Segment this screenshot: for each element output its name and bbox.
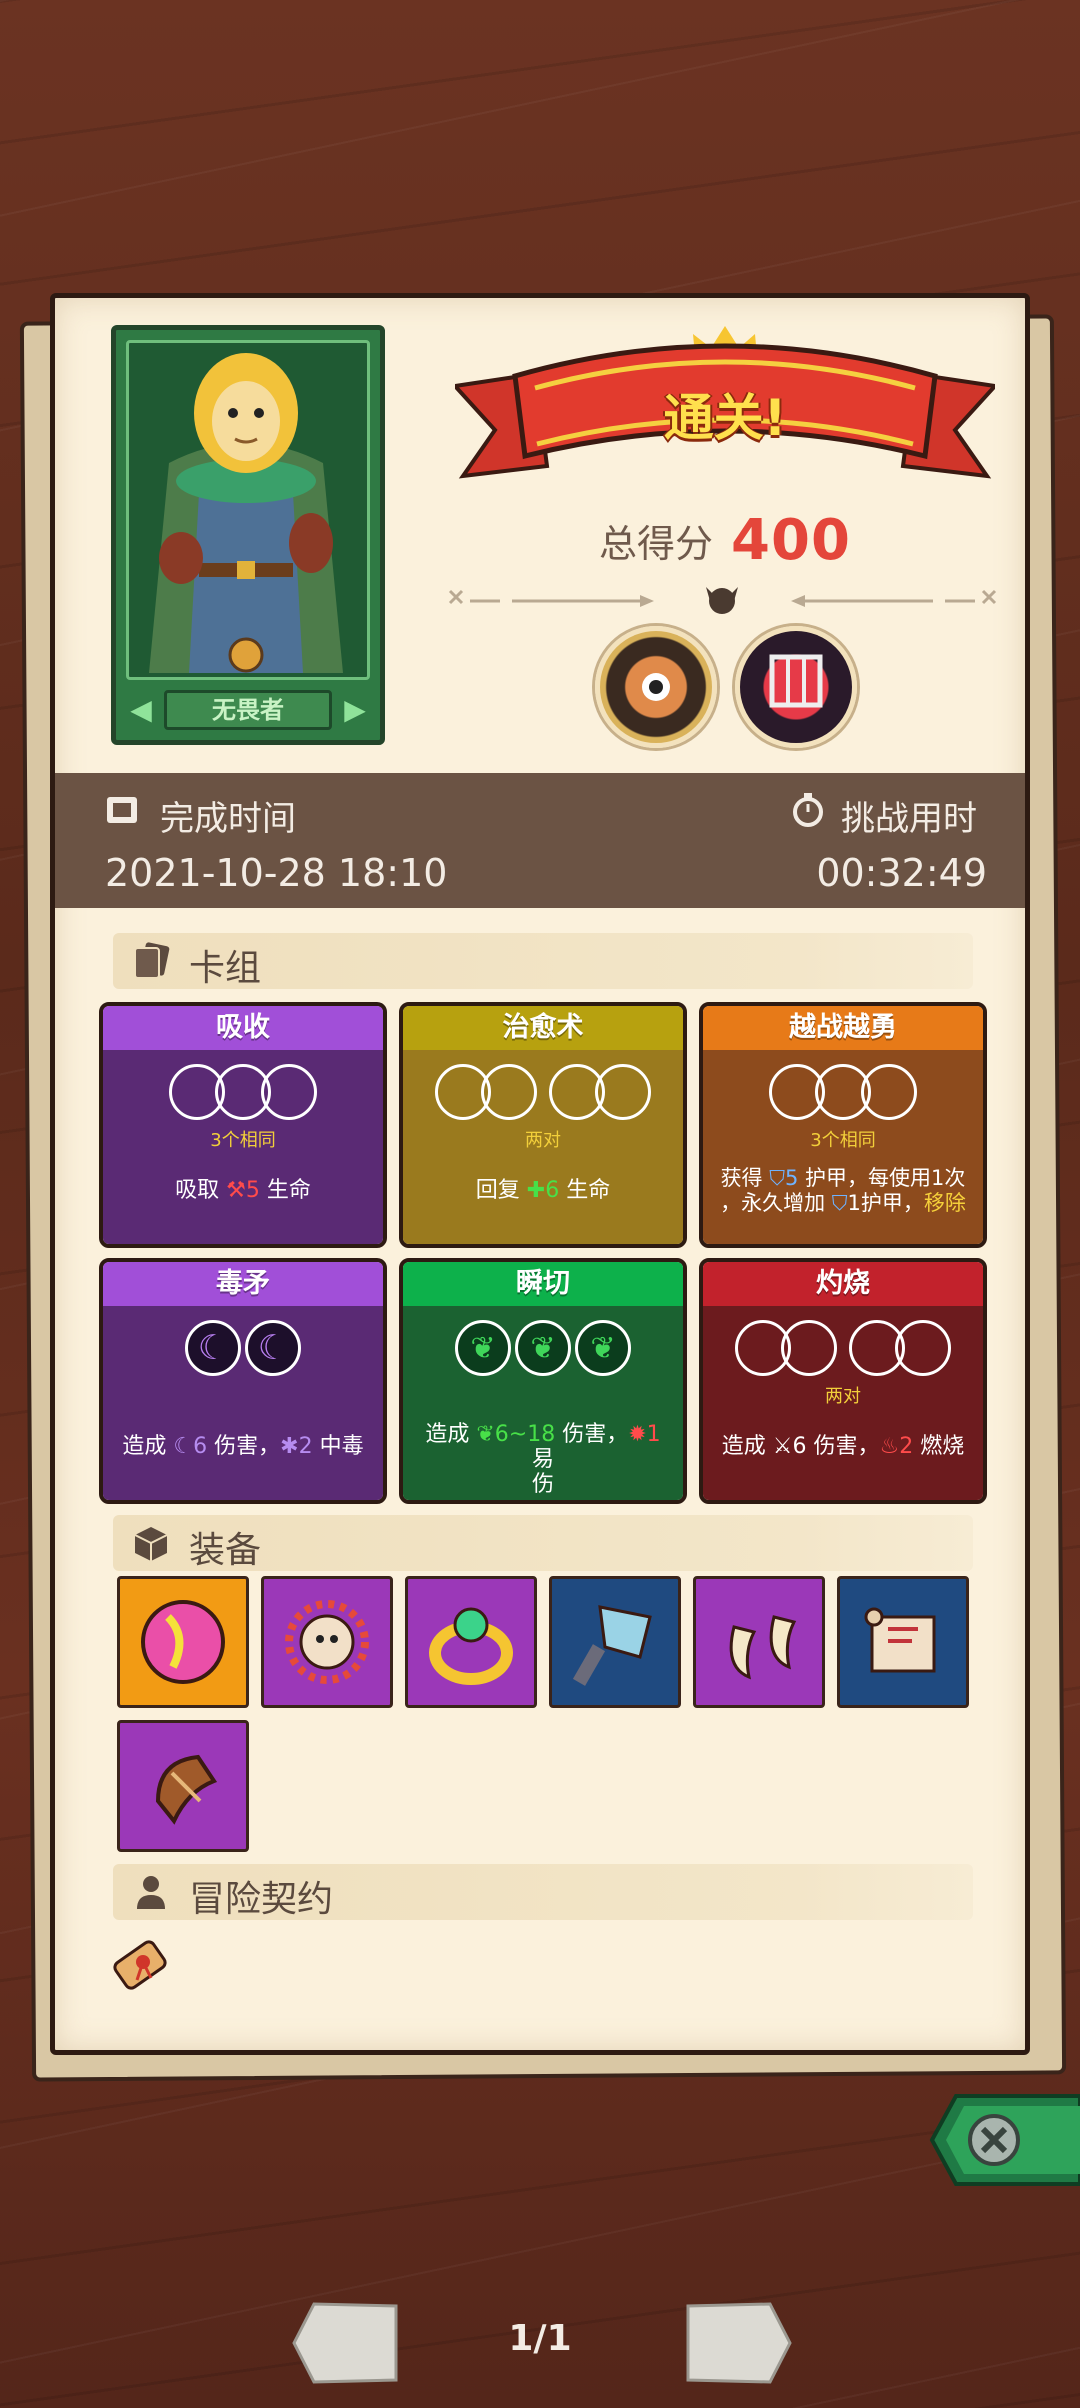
leaf-dice-slot: ❦: [515, 1320, 571, 1376]
poison-icon: ✱: [280, 1434, 299, 1459]
card-condition: 两对: [825, 1386, 861, 1407]
deck-section-header: 卡组: [113, 933, 973, 989]
moon-icon: ☾: [197, 1328, 229, 1368]
leaf-dice-slot: ❦: [455, 1320, 511, 1376]
dice-slot: [595, 1064, 651, 1120]
card-title: 吸收: [103, 1006, 383, 1050]
hero-portrait: [126, 340, 370, 680]
contract-section-header: 冒险契约: [113, 1864, 973, 1920]
card-description: 回复 ✚6 生命: [475, 1178, 611, 1203]
heal-plus-icon: ✚: [526, 1178, 546, 1203]
card-description: 造成 ⚔6 伤害，♨2 燃烧: [721, 1434, 965, 1459]
deck-title: 卡组: [189, 948, 262, 989]
hero-next-arrow-icon[interactable]: ▶: [338, 690, 372, 730]
score-value: 400: [731, 508, 851, 573]
hero-prev-arrow-icon[interactable]: ◀: [124, 690, 158, 730]
skill-card-poison-spear[interactable]: 毒矛 ☾ ☾ 造成 ☾6 伤害，✱2 中毒: [99, 1258, 387, 1504]
equipment-bracer-icon[interactable]: [117, 1720, 249, 1852]
boss-caged-monster-icon[interactable]: [735, 626, 857, 748]
fire-icon: ♨: [879, 1434, 900, 1459]
moon-icon: ☾: [173, 1434, 194, 1459]
cube-icon: [134, 1527, 168, 1561]
card-condition: 两对: [525, 1130, 561, 1151]
equipment-title: 装备: [189, 1530, 262, 1571]
score-label: 总得分: [599, 522, 714, 566]
shield-icon: ⛉: [769, 1166, 785, 1190]
skill-card-swift-cut[interactable]: 瞬切 ❦ ❦ ❦ 造成 ❦6~18 伤害，✹1 易 伤: [399, 1258, 687, 1504]
hero-card[interactable]: ◀ 无畏者 ▶: [111, 325, 385, 745]
shield-icon: ⛉: [831, 1191, 848, 1215]
completion-time-value: 2021-10-28 18:10: [105, 851, 448, 895]
leaf-icon: ❦: [470, 1330, 496, 1366]
card-title: 毒矛: [103, 1262, 383, 1306]
card-description: 获得 ⛉5 护甲，每使用1次 ，永久增加 ⛉1护甲，移除: [720, 1166, 966, 1215]
equipment-cleaver-icon[interactable]: [549, 1576, 681, 1708]
cards-icon: [134, 942, 170, 979]
card-condition: 3个相同: [810, 1130, 876, 1151]
dice-slot: [481, 1064, 537, 1120]
equipment-spiky-creature-icon[interactable]: [261, 1576, 393, 1708]
person-icon: [137, 1876, 165, 1909]
ornament-divider: [448, 587, 997, 614]
card-title: 越战越勇: [703, 1006, 983, 1050]
skill-card-heal[interactable]: 治愈术 两对 回复 ✚6 生命: [399, 1002, 687, 1248]
equipment-scroll-icon[interactable]: [837, 1576, 969, 1708]
boss-cyclops-icon[interactable]: [595, 626, 717, 748]
contract-scroll-icon[interactable]: [103, 1928, 179, 2004]
leaf-icon: ❦: [476, 1422, 495, 1447]
result-panel: ◀ 无畏者 ▶ 通关! 总得分 400 完成时间 2021-10-28 18:1…: [50, 293, 1030, 2055]
moon-dice-slot: ☾: [245, 1320, 301, 1376]
completion-time-label: 完成时间: [160, 799, 296, 839]
close-button[interactable]: [912, 2092, 1080, 2188]
previous-page-button[interactable]: [290, 2300, 400, 2386]
leaf-dice-slot: ❦: [575, 1320, 631, 1376]
leaf-icon: ❦: [590, 1330, 616, 1366]
leaf-icon: ❦: [530, 1330, 556, 1366]
film-icon: [107, 797, 137, 823]
equipment-orb-icon[interactable]: [117, 1576, 249, 1708]
dice-slot: [261, 1064, 317, 1120]
dice-slot: [781, 1320, 837, 1376]
challenge-duration-label: 挑战用时: [841, 799, 977, 839]
contract-title: 冒险契约: [189, 1879, 334, 1920]
equipment-ring-icon[interactable]: [405, 1576, 537, 1708]
moon-icon: ☾: [257, 1328, 289, 1368]
card-description: 造成 ❦6~18 伤害，✹1 易 伤: [425, 1422, 661, 1497]
skill-card-absorb[interactable]: 吸收 3个相同 吸取 ⚒5 生命: [99, 1002, 387, 1248]
victory-banner: 通关!: [451, 326, 999, 506]
next-page-button[interactable]: [684, 2300, 794, 2386]
equipment-section-header: 装备: [113, 1515, 973, 1571]
equipment-claws-icon[interactable]: [693, 1576, 825, 1708]
stopwatch-icon: [793, 793, 823, 827]
page-indicator: 1/1: [508, 2318, 572, 2359]
moon-dice-slot: ☾: [185, 1320, 241, 1376]
card-title: 瞬切: [403, 1262, 683, 1306]
hero-name: 无畏者: [164, 690, 332, 730]
victory-title: 通关!: [663, 389, 787, 447]
time-bar: 完成时间 2021-10-28 18:10 挑战用时 00:32:49: [55, 773, 1025, 908]
dice-slot: [895, 1320, 951, 1376]
card-description: 吸取 ⚒5 生命: [175, 1178, 311, 1203]
skill-card-battle-fury[interactable]: 越战越勇 3个相同 获得 ⛉5 护甲，每使用1次 ，永久增加 ⛉1护甲，移除: [699, 1002, 987, 1248]
card-condition: 3个相同: [210, 1130, 276, 1151]
drain-icon: ⚒: [226, 1178, 246, 1203]
card-description: 造成 ☾6 伤害，✱2 中毒: [122, 1434, 364, 1459]
card-title: 灼烧: [703, 1262, 983, 1306]
dice-slot: [861, 1064, 917, 1120]
vulnerable-icon: ✹: [628, 1422, 647, 1447]
skill-card-burn[interactable]: 灼烧 两对 造成 ⚔6 伤害，♨2 燃烧: [699, 1258, 987, 1504]
card-title: 治愈术: [403, 1006, 683, 1050]
sword-icon: ⚔: [772, 1434, 793, 1459]
score-row: 总得分 400: [515, 508, 935, 573]
challenge-duration-value: 00:32:49: [816, 851, 987, 895]
